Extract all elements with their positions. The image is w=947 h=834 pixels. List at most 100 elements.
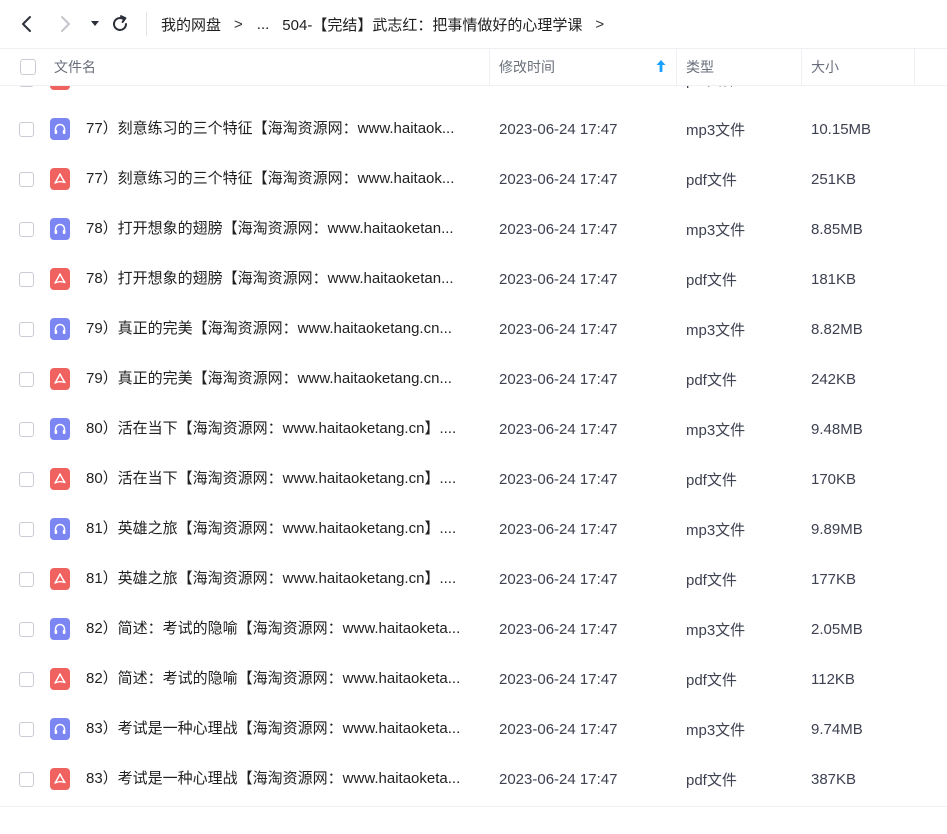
row-checkbox[interactable] [19,571,34,587]
table-row[interactable]: 83）考试是一种心理战【海淘资源网：www.haitaoketa... 2023-… [0,754,947,804]
file-size: 181KB [811,270,857,288]
column-resize-handle[interactable] [676,49,677,85]
table-row[interactable]: 78）打开想象的翅膀【海淘资源网：www.haitaoketan... 2023-… [0,254,947,304]
file-type: mp3文件 [686,421,746,439]
table-row[interactable]: 81）英雄之旅【海淘资源网：www.haitaoketang.cn】.... 20… [0,504,947,554]
file-name[interactable]: 82）简述：考试的隐喻【海淘资源网：www.haitaoketa... [86,654,478,704]
file-size: 170KB [811,470,857,488]
row-checkbox[interactable] [19,621,34,637]
table-row[interactable]: 80）活在当下【海淘资源网：www.haitaoketang.cn】.... 20… [0,404,947,454]
file-size: 387KB [811,770,857,788]
pdf-file-icon [50,86,70,90]
file-table-header: 文件名 修改时间 类型 大小 [0,48,947,86]
row-checkbox[interactable] [19,521,34,537]
file-size: 177KB [811,570,857,588]
forward-button[interactable] [53,12,77,36]
table-row[interactable]: 79）真正的完美【海淘资源网：www.haitaoketang.cn... 202… [0,354,947,404]
breadcrumb-current-folder[interactable]: 504-【完结】武志红：把事情做好的心理学课 [282,14,582,35]
pdf-file-icon [50,568,70,590]
file-name[interactable]: 79）真正的完美【海淘资源网：www.haitaoketang.cn... [86,354,478,404]
file-modified-time: 2023-06-24 17:47 [499,620,618,638]
refresh-button[interactable] [108,12,132,36]
file-size: 242KB [811,370,857,388]
table-row[interactable]: 80）活在当下【海淘资源网：www.haitaoketang.cn】.... 20… [0,454,947,504]
file-type: pdf文件 [686,271,737,289]
navigation-bar: 我的网盘 > ... 504-【完结】武志红：把事情做好的心理学课 > [0,0,947,48]
row-checkbox[interactable] [19,271,34,287]
file-name[interactable]: 83）考试是一种心理战【海淘资源网：www.haitaoketa... [86,754,478,804]
file-name[interactable]: 78）打开想象的翅膀【海淘资源网：www.haitaoketan... [86,254,478,304]
file-name[interactable]: 76）…【海淘资源网… [86,86,478,104]
audio-file-icon [50,518,70,540]
file-type: pdf文件 [686,371,737,389]
file-size: 9.74MB [811,720,863,738]
file-type: pdf文件 [686,771,737,789]
file-name[interactable]: 80）活在当下【海淘资源网：www.haitaoketang.cn】.... [86,454,478,504]
file-type: mp3文件 [686,521,746,539]
back-button[interactable] [15,12,39,36]
column-header-size[interactable]: 大小 [811,49,839,85]
column-header-modified[interactable]: 修改时间 [499,49,555,85]
table-row[interactable]: 79）真正的完美【海淘资源网：www.haitaoketang.cn... 202… [0,304,947,354]
file-name[interactable]: 83）考试是一种心理战【海淘资源网：www.haitaoketa... [86,704,478,754]
row-checkbox[interactable] [19,121,34,137]
audio-file-icon [50,218,70,240]
audio-file-icon [50,318,70,340]
file-modified-time: 2023-06-24 17:47 [499,520,618,538]
table-row[interactable]: 82）简述：考试的隐喻【海淘资源网：www.haitaoketa... 2023-… [0,604,947,654]
file-modified-time: 2023-06-24 17:47 [499,420,618,438]
table-row[interactable]: 78）打开想象的翅膀【海淘资源网：www.haitaoketan... 2023-… [0,204,947,254]
file-type: pdf文件 [686,86,737,104]
pdf-file-icon [50,268,70,290]
column-resize-handle[interactable] [801,49,802,85]
file-name[interactable]: 77）刻意练习的三个特征【海淘资源网：www.haitaok... [86,154,478,204]
row-checkbox[interactable] [19,321,34,337]
sort-ascending-icon[interactable] [655,59,667,73]
row-checkbox[interactable] [19,221,34,237]
file-size: 8.82MB [811,320,863,338]
row-checkbox[interactable] [19,421,34,437]
file-type: mp3文件 [686,221,746,239]
file-name[interactable]: 77）刻意练习的三个特征【海淘资源网：www.haitaok... [86,104,478,154]
file-name[interactable]: 80）活在当下【海淘资源网：www.haitaoketang.cn】.... [86,404,478,454]
table-row[interactable]: 77）刻意练习的三个特征【海淘资源网：www.haitaok... 2023-06… [0,104,947,154]
column-header-type[interactable]: 类型 [686,49,714,85]
chevron-left-icon [22,16,31,32]
column-resize-handle[interactable] [914,49,915,85]
file-size: 8.85MB [811,220,863,238]
file-name[interactable]: 81）英雄之旅【海淘资源网：www.haitaoketang.cn】.... [86,504,478,554]
caret-down-icon [91,21,99,26]
file-name[interactable]: 79）真正的完美【海淘资源网：www.haitaoketang.cn... [86,304,478,354]
table-row[interactable]: 82）简述：考试的隐喻【海淘资源网：www.haitaoketa... 2023-… [0,654,947,704]
file-type: mp3文件 [686,721,746,739]
column-header-name[interactable]: 文件名 [54,49,96,85]
select-all-checkbox-cell[interactable] [20,49,36,85]
breadcrumb-ellipsis[interactable]: ... [257,16,270,33]
column-resize-handle[interactable] [489,49,490,85]
file-name[interactable]: 81）英雄之旅【海淘资源网：www.haitaoketang.cn】.... [86,554,478,604]
file-name[interactable]: 82）简述：考试的隐喻【海淘资源网：www.haitaoketa... [86,604,478,654]
pdf-file-icon [50,768,70,790]
file-name[interactable]: 78）打开想象的翅膀【海淘资源网：www.haitaoketan... [86,204,478,254]
table-row[interactable]: 81）英雄之旅【海淘资源网：www.haitaoketang.cn】.... 20… [0,554,947,604]
select-all-checkbox[interactable] [20,59,36,75]
table-row[interactable]: 83）考试是一种心理战【海淘资源网：www.haitaoketa... 2023-… [0,704,947,754]
breadcrumb-root[interactable]: 我的网盘 [161,14,221,35]
row-checkbox[interactable] [19,471,34,487]
row-checkbox[interactable] [19,721,34,737]
row-checkbox[interactable] [19,371,34,387]
audio-file-icon [50,118,70,140]
pdf-file-icon [50,468,70,490]
row-checkbox[interactable] [19,671,34,687]
row-checkbox[interactable] [19,771,34,787]
table-row[interactable]: 77）刻意练习的三个特征【海淘资源网：www.haitaok... 2023-06… [0,154,947,204]
file-size: 2.05MB [811,620,863,638]
file-size: 112KB [811,670,855,688]
file-modified-time: 2023-06-24 17:47 [499,470,618,488]
row-checkbox[interactable] [19,86,34,87]
row-checkbox[interactable] [19,171,34,187]
history-dropdown-button[interactable] [83,12,107,36]
file-modified-time: 2023-06-24 17:47 [499,670,618,688]
table-row[interactable]: 76）…【海淘资源网… pdf文件 [0,86,947,104]
file-modified-time: 2023-06-24 17:47 [499,720,618,738]
